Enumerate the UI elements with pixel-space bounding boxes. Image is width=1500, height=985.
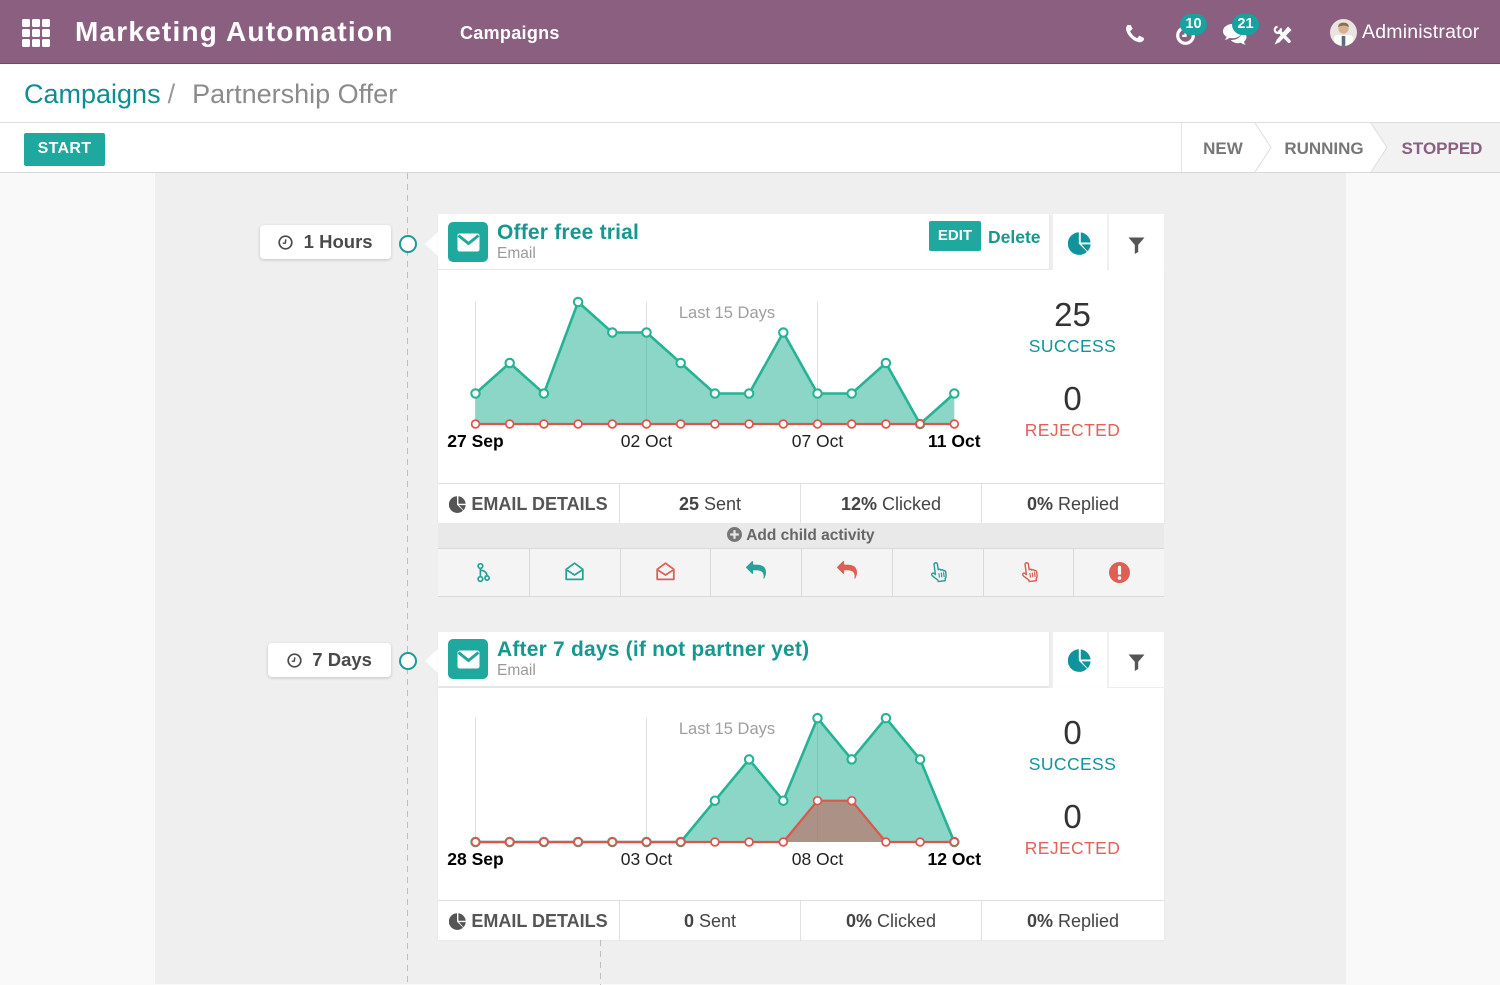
svg-text:Last 15 Days: Last 15 Days: [679, 304, 775, 322]
svg-text:11 Oct: 11 Oct: [928, 431, 981, 451]
svg-text:28 Sep: 28 Sep: [447, 849, 503, 869]
svg-text:07 Oct: 07 Oct: [792, 431, 844, 451]
svg-text:Last 15 Days: Last 15 Days: [679, 720, 775, 738]
svg-text:03 Oct: 03 Oct: [621, 849, 673, 869]
svg-text:STOPPED: STOPPED: [1402, 139, 1483, 158]
svg-text:NEW: NEW: [1203, 139, 1244, 158]
svg-text:12 Oct: 12 Oct: [928, 849, 982, 869]
svg-text:08 Oct: 08 Oct: [792, 849, 844, 869]
svg-text:27 Sep: 27 Sep: [447, 431, 503, 451]
svg-text:RUNNING: RUNNING: [1284, 139, 1363, 158]
svg-text:02 Oct: 02 Oct: [621, 431, 673, 451]
